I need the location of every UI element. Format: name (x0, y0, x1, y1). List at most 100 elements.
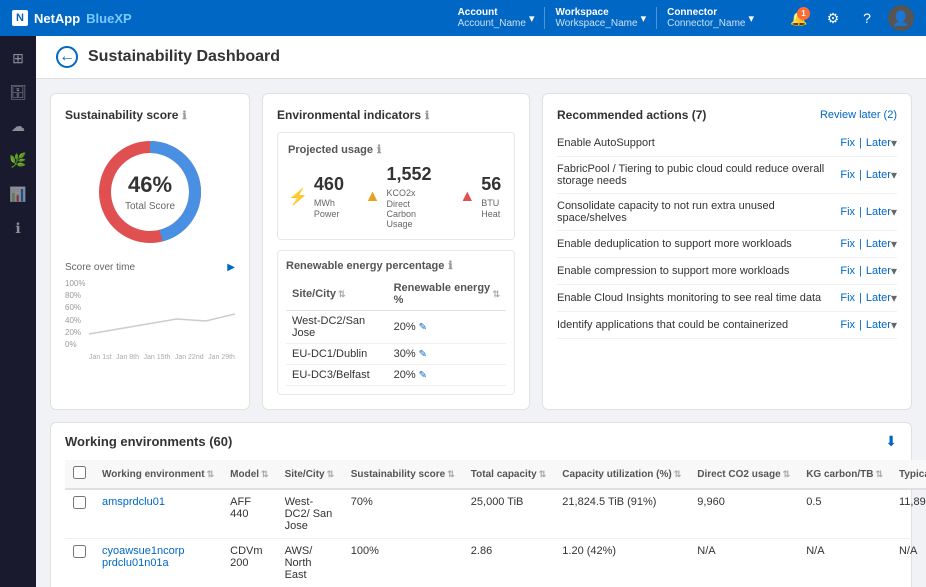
sidebar-icon-home[interactable]: ⊞ (4, 44, 32, 72)
sparkline-area: Jan 1stJan 8thJan 15thJan 22ndJan 29th (89, 279, 235, 349)
page-title: Sustainability Dashboard (88, 48, 280, 66)
renewable-site: West-DC2/San Jose (286, 311, 388, 344)
power-value: 460 (314, 174, 344, 194)
action-fix-link[interactable]: Fix (840, 238, 855, 250)
action-expand-icon[interactable]: ▾ (891, 237, 897, 251)
edit-icon[interactable]: ✎ (419, 370, 427, 381)
action-text: Identify applications that could be cont… (557, 319, 832, 331)
donut-percent: 46% (125, 172, 175, 198)
download-icon[interactable]: ⬇ (885, 433, 897, 450)
edit-icon[interactable]: ✎ (419, 349, 427, 360)
sidebar-icon-storage[interactable]: 🗄 (4, 78, 32, 106)
netapp-logo-box: N (12, 10, 28, 26)
action-later-link[interactable]: Later (866, 169, 891, 181)
renewable-table: Site/City ⇅ Renewable energy % ⇅ (286, 278, 506, 386)
score-over-time-expand[interactable]: ▶ (227, 262, 235, 273)
sidebar-icon-cloud[interactable]: ☁ (4, 112, 32, 140)
renewable-value: 20% ✎ (388, 365, 506, 386)
action-fix-link[interactable]: Fix (840, 137, 855, 149)
pct-sort-icon: ⇅ (492, 289, 500, 300)
actions-list: Enable AutoSupport Fix | Later ▾ FabricP… (557, 130, 897, 339)
renewable-th-site: Site/City ⇅ (286, 278, 388, 311)
donut-label: Total Score (125, 201, 175, 212)
action-expand-icon[interactable]: ▾ (891, 168, 897, 182)
help-icon-button[interactable]: ? (854, 5, 880, 31)
row-co2: 9,960 (689, 489, 798, 539)
action-later-link[interactable]: Later (866, 206, 891, 218)
power-icon: ⚡ (288, 187, 308, 207)
action-text: Consolidate capacity to not run extra un… (557, 200, 832, 224)
review-later-button[interactable]: Review later (2) (820, 109, 897, 121)
action-expand-icon[interactable]: ▾ (891, 291, 897, 305)
action-later-link[interactable]: Later (866, 319, 891, 331)
action-item: FabricPool / Tiering to pubic cloud coul… (557, 157, 897, 194)
actions-title: Recommended actions (7) (557, 108, 706, 122)
workspace-nav-item[interactable]: Workspace Workspace_Name ▾ (545, 7, 657, 29)
env-card: Environmental indicators ℹ Projected usa… (262, 93, 530, 410)
env-link[interactable]: amsprdclu01 (102, 496, 165, 508)
projected-info-icon[interactable]: ℹ (377, 143, 381, 156)
action-fix-link[interactable]: Fix (840, 169, 855, 181)
action-fix-link[interactable]: Fix (840, 265, 855, 277)
action-item: Enable compression to support more workl… (557, 258, 897, 285)
action-later-link[interactable]: Later (866, 137, 891, 149)
account-nav-item[interactable]: Account Account_Name ▾ (448, 7, 546, 29)
renewable-info-icon[interactable]: ℹ (448, 259, 452, 272)
action-later-link[interactable]: Later (866, 238, 891, 250)
action-fix-link[interactable]: Fix (840, 206, 855, 218)
edit-icon[interactable]: ✎ (419, 322, 427, 333)
sidebar-icon-leaf[interactable]: 🌿 (4, 146, 32, 174)
row-model: CDVm 200 (222, 539, 276, 587)
action-text: Enable deduplication to support more wor… (557, 238, 832, 250)
action-text: Enable AutoSupport (557, 137, 832, 149)
action-expand-icon[interactable]: ▾ (891, 136, 897, 150)
renewable-row: West-DC2/San Jose 20% ✎ (286, 311, 506, 344)
action-links: Fix | Later (840, 265, 891, 277)
donut-center: 46% Total Score (125, 172, 175, 212)
row-checkbox[interactable] (73, 496, 86, 509)
sort-icon: ⇅ (674, 469, 682, 480)
sidebar-icon-info[interactable]: ℹ (4, 214, 32, 242)
action-later-link[interactable]: Later (866, 292, 891, 304)
action-fix-link[interactable]: Fix (840, 319, 855, 331)
row-co2: N/A (689, 539, 798, 587)
nav-icons: 🔔 1 ⚙ ? 👤 (786, 5, 914, 31)
action-item: Consolidate capacity to not run extra un… (557, 194, 897, 231)
carbon-metric: ▲ 1,552 KCO2x Direct Carbon Usage (365, 164, 440, 229)
action-text: FabricPool / Tiering to pubic cloud coul… (557, 163, 832, 187)
connector-chevron: ▾ (748, 12, 754, 25)
connector-nav-item[interactable]: Connector Connector_Name ▾ (657, 7, 764, 29)
row-checkbox[interactable] (73, 545, 86, 558)
renewable-value: 30% ✎ (388, 344, 506, 365)
action-expand-icon[interactable]: ▾ (891, 318, 897, 332)
sort-icon: ⇅ (783, 469, 791, 480)
action-fix-link[interactable]: Fix (840, 292, 855, 304)
projected-usage: Projected usage ℹ ⚡ 460 MWh Power (277, 132, 515, 240)
env-info-icon[interactable]: ℹ (425, 109, 429, 122)
action-expand-icon[interactable]: ▾ (891, 264, 897, 278)
score-over-time-label: Score over time (65, 262, 135, 273)
back-button[interactable]: ← (56, 46, 78, 68)
bell-icon-button[interactable]: 🔔 1 (786, 5, 812, 31)
carbon-label: Direct Carbon Usage (387, 199, 440, 229)
env-card-title: Environmental indicators ℹ (277, 108, 515, 122)
env-link[interactable]: cyoawsue1ncorp prdclu01n01a (102, 545, 185, 569)
action-separator: | (859, 137, 862, 149)
settings-icon-button[interactable]: ⚙ (820, 5, 846, 31)
layout: ⊞ 🗄 ☁ 🌿 📊 ℹ ← Sustainability Dashboard S… (0, 36, 926, 587)
user-icon-button[interactable]: 👤 (888, 5, 914, 31)
row-capacity: 25,000 TiB (463, 489, 555, 539)
score-info-icon[interactable]: ℹ (182, 109, 186, 122)
sidebar-icon-chart[interactable]: 📊 (4, 180, 32, 208)
action-later-link[interactable]: Later (866, 265, 891, 277)
row-env: cyoawsue1ncorp prdclu01n01a (94, 539, 222, 587)
account-label: Account (458, 7, 526, 18)
action-separator: | (859, 292, 862, 304)
power-unit: MWh (314, 198, 335, 208)
account-name: Account_Name (458, 18, 526, 29)
select-all-checkbox[interactable] (73, 466, 86, 479)
action-expand-icon[interactable]: ▾ (891, 205, 897, 219)
table-body: amsprdclu01AFF 440West-DC2/ San Jose70%2… (65, 489, 926, 587)
heat-label: Heat (481, 209, 504, 219)
sort-icon: ⇅ (327, 469, 335, 480)
